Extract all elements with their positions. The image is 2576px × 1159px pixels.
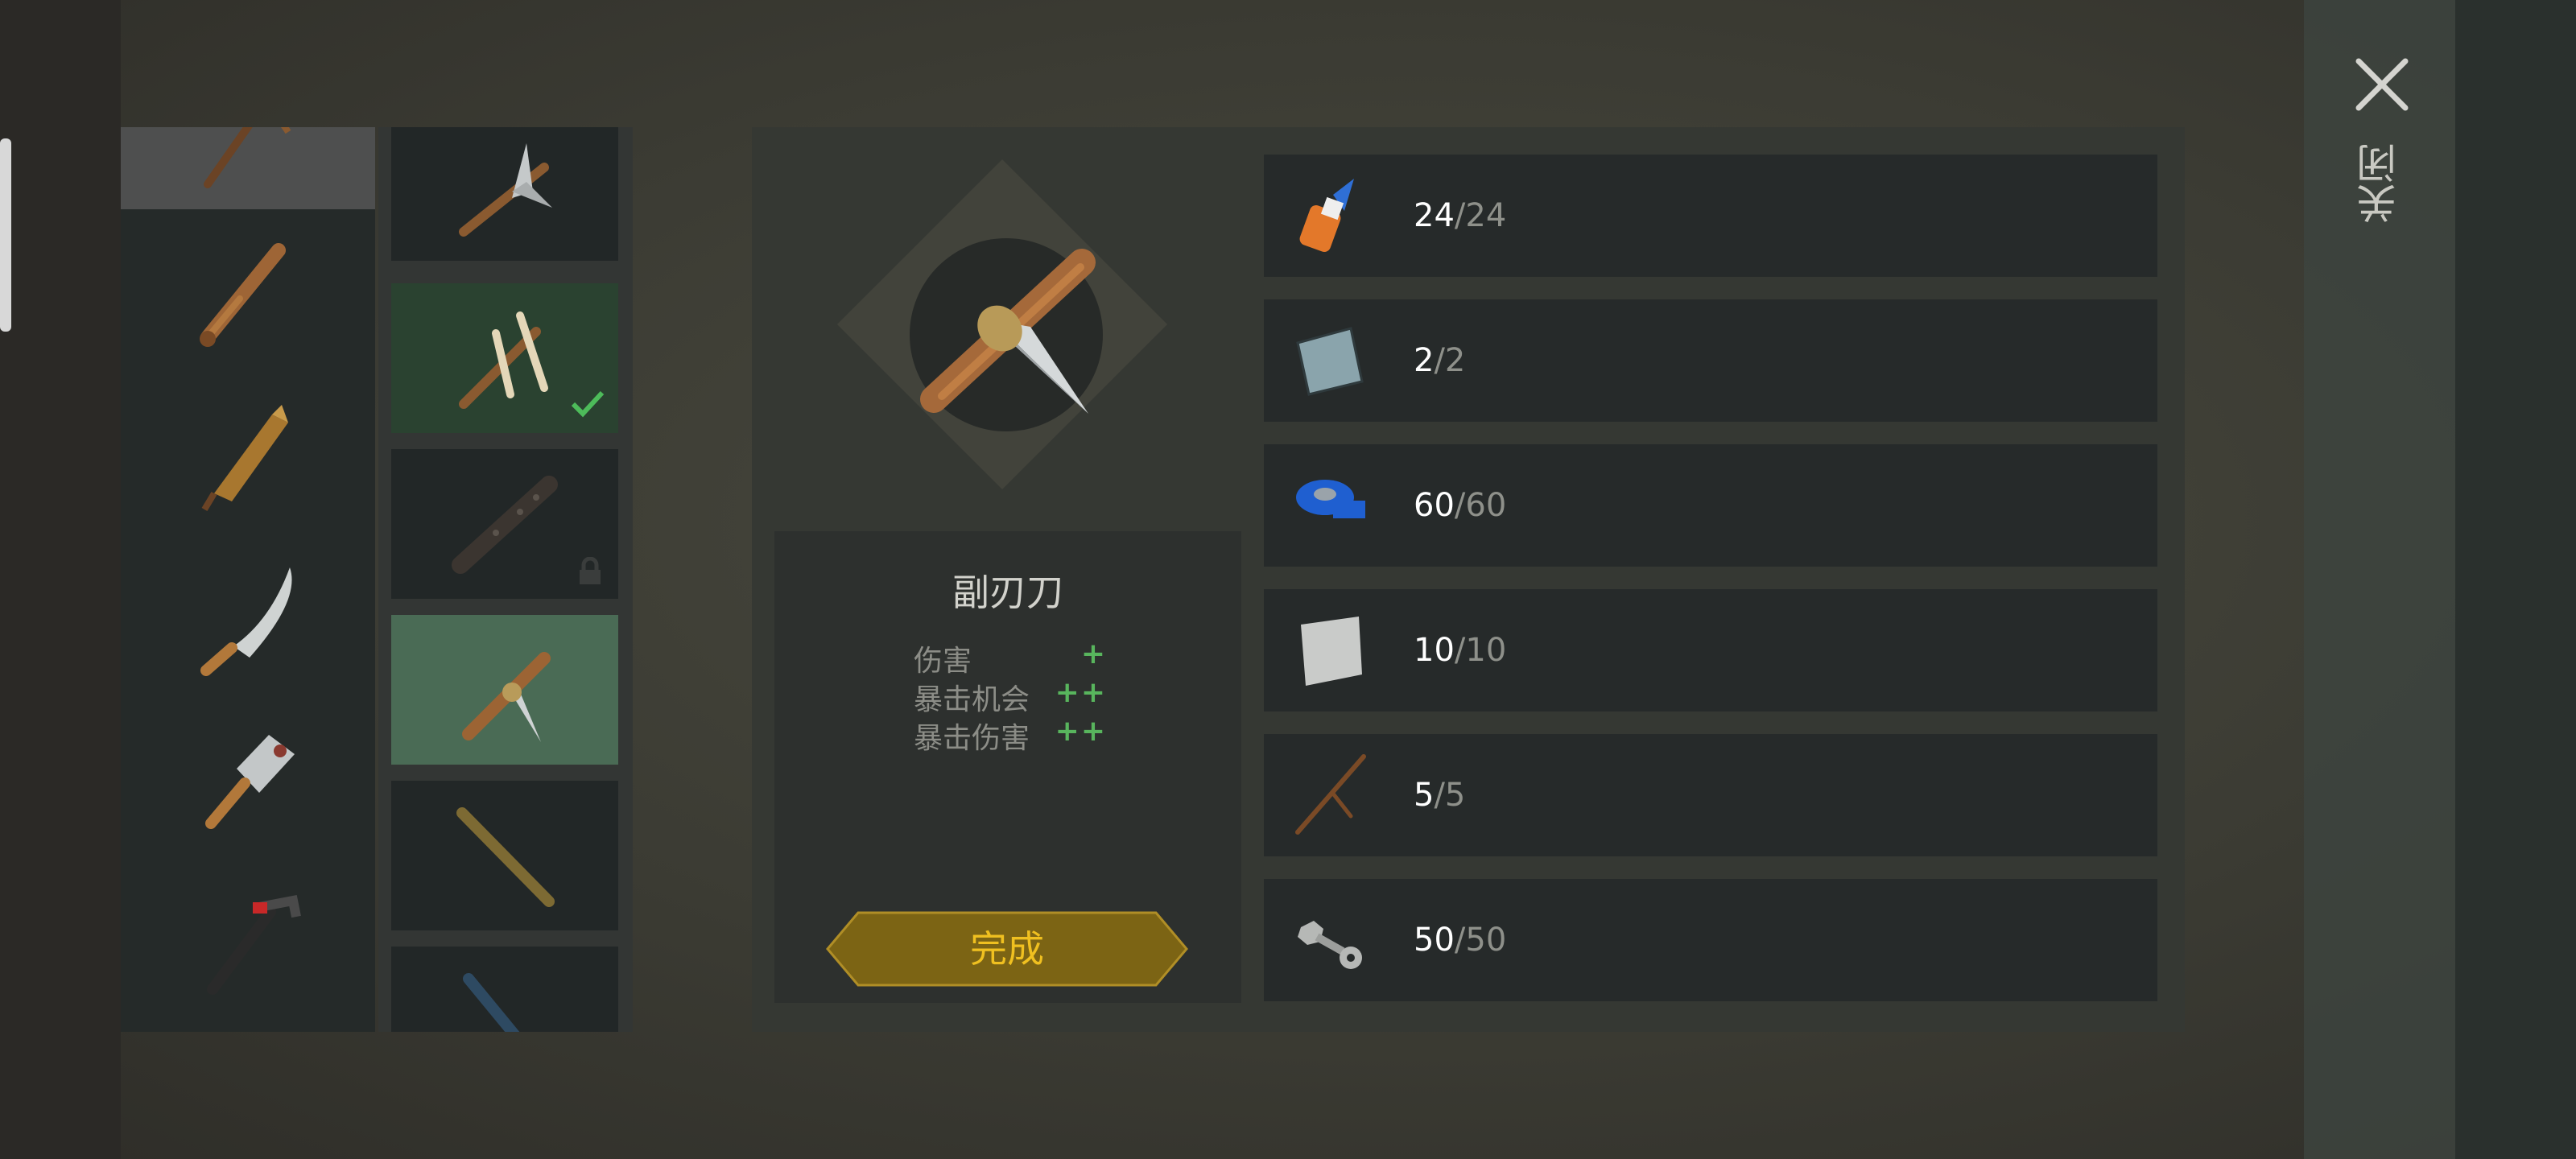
stat-label: 暴击伤害: [914, 722, 1030, 755]
category-item-plank[interactable]: [121, 372, 375, 534]
baseball-bat-icon: [200, 243, 286, 347]
scroll-indicator[interactable]: [0, 138, 11, 332]
variant-item-selected[interactable]: [391, 615, 618, 765]
category-item-bat[interactable]: [121, 209, 375, 372]
weapon-name: 副刃刀: [952, 571, 1063, 614]
stat-row-crit-chance: 暴击机会 ++: [914, 676, 1107, 716]
glue-icon: [1299, 179, 1354, 253]
variant-item-locked[interactable]: [391, 449, 618, 599]
metal-plate-icon: [1296, 327, 1364, 396]
close-label[interactable]: 关闭: [2356, 143, 2405, 224]
bladed-stick-icon: [459, 143, 552, 237]
cleaver-icon: [205, 735, 295, 829]
bamboo-stick-icon: [456, 807, 555, 907]
stick-knife-icon: [462, 652, 551, 742]
checkmark-icon: [571, 390, 605, 418]
wooden-stick-icon: [1295, 754, 1366, 835]
material-count: 2/2: [1414, 342, 1466, 379]
material-count: 24/24: [1414, 197, 1507, 234]
blue-tape-icon: [1296, 480, 1365, 518]
material-count: 10/10: [1414, 632, 1507, 669]
material-count: 5/5: [1414, 777, 1466, 814]
material-row-nuts-bolts: 50/50: [1264, 879, 2157, 1001]
pickaxe-icon: [204, 127, 291, 188]
material-row-stick: 5/5: [1264, 734, 2157, 856]
machete-icon: [200, 567, 292, 676]
variant-item-completed[interactable]: [391, 283, 618, 433]
category-item-hammer[interactable]: [121, 860, 375, 1022]
material-row-metal-plate: 2/2: [1264, 299, 2157, 422]
nuts-bolts-icon: [1298, 921, 1362, 969]
weapon-category-list[interactable]: [121, 127, 375, 1032]
hammer-pipe-icon: [207, 894, 301, 995]
stat-value: ++: [1055, 715, 1107, 748]
weapon-variant-list[interactable]: [378, 127, 633, 1032]
variant-item[interactable]: [391, 127, 618, 261]
stat-row-damage: 伤害 +: [914, 637, 1107, 678]
close-icon[interactable]: [2351, 53, 2413, 116]
stat-row-crit-damage: 暴击伤害 ++: [914, 715, 1107, 755]
stat-label: 伤害: [914, 645, 972, 678]
category-item-cleaver[interactable]: [121, 697, 375, 860]
done-button-label[interactable]: 完成: [826, 911, 1188, 987]
material-row-sheet-metal: 10/10: [1264, 589, 2157, 711]
stat-value: ++: [1055, 676, 1107, 709]
material-row-tape: 60/60: [1264, 444, 2157, 567]
stat-label: 暴击机会: [914, 683, 1030, 716]
material-row-glue: 24/24: [1264, 155, 2157, 277]
variant-item[interactable]: [391, 947, 618, 1032]
material-count: 60/60: [1414, 487, 1507, 524]
category-item-machete[interactable]: [121, 534, 375, 697]
category-item-pickaxe[interactable]: [121, 127, 375, 209]
stat-value: +: [1080, 637, 1107, 670]
right-edge: [2455, 0, 2576, 1159]
wooden-plank-icon: [201, 405, 288, 512]
material-count: 50/50: [1414, 922, 1507, 959]
lock-icon: [580, 557, 601, 584]
stick-knife-icon: [920, 249, 1096, 414]
left-edge: [0, 0, 121, 1159]
blue-pipe-icon: [463, 973, 520, 1032]
variant-item[interactable]: [391, 781, 618, 930]
sheet-metal-icon: [1301, 617, 1362, 686]
